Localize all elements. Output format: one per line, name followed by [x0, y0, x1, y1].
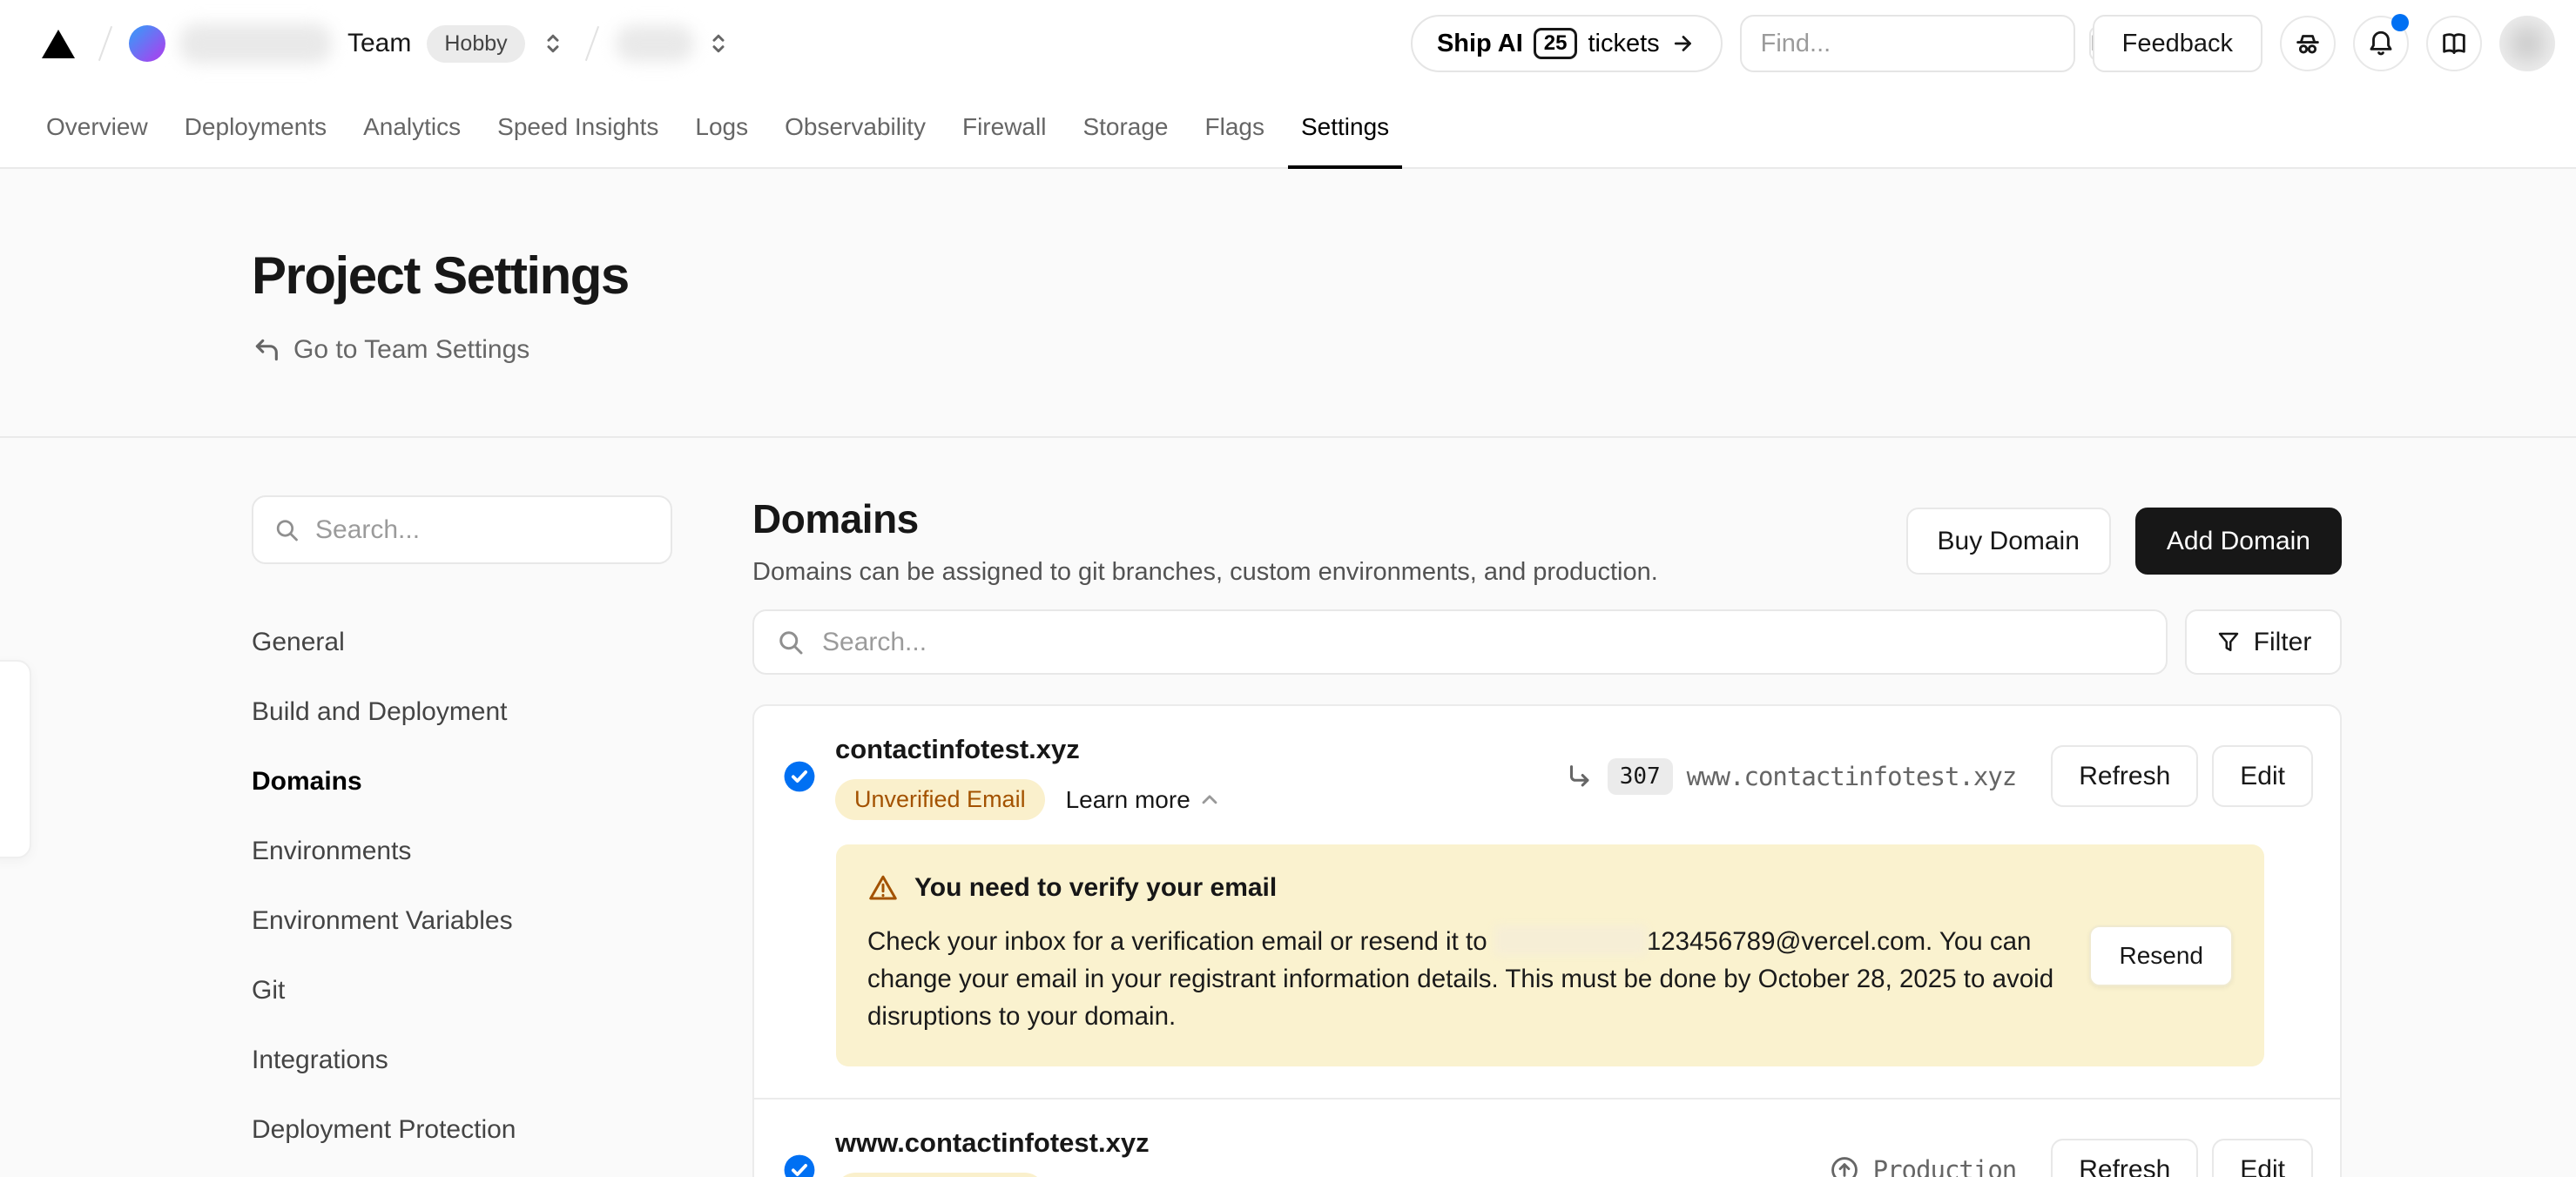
team-label: Team [347, 29, 411, 58]
go-to-team-settings-link[interactable]: Go to Team Settings [252, 335, 529, 365]
domains-title: Domains [752, 495, 1658, 542]
redirect-arrow-icon [1564, 762, 1594, 791]
return-arrow-icon [252, 335, 281, 365]
warning-title: You need to verify your email [914, 873, 1277, 903]
domain-name[interactable]: contactinfotest.xyz [835, 732, 1222, 767]
team-name-redacted [179, 24, 332, 64]
sidebar-search-box[interactable] [252, 495, 672, 564]
verified-check-icon [783, 760, 816, 793]
sidebar-item-deployment-protection[interactable]: Deployment Protection [252, 1095, 672, 1165]
tab-firewall[interactable]: Firewall [944, 87, 1064, 167]
notifications-button[interactable] [2353, 16, 2409, 71]
tab-overview[interactable]: Overview [28, 87, 166, 167]
sidebar-item-git[interactable]: Git [252, 956, 672, 1026]
learn-more-link[interactable]: Learn more [1066, 786, 1222, 814]
domains-search-box[interactable] [752, 609, 2168, 675]
breadcrumb-slash [585, 26, 599, 61]
warning-triangle-icon [867, 872, 899, 904]
chevron-up-icon [1197, 788, 1222, 812]
tab-speed-insights[interactable]: Speed Insights [479, 87, 677, 167]
search-icon [775, 627, 806, 658]
unverified-email-badge: Unverified Email [835, 779, 1045, 820]
domains-section: Domains Domains can be assigned to git b… [752, 495, 2342, 1177]
sidebar-item-environment-variables[interactable]: Environment Variables [252, 886, 672, 956]
circle-arrow-up-icon [1830, 1155, 1859, 1177]
tab-observability[interactable]: Observability [766, 87, 944, 167]
ship-ai-tickets-button[interactable]: Ship AI 25 tickets [1411, 15, 1723, 72]
feedback-button[interactable]: Feedback [2093, 15, 2262, 72]
filter-button[interactable]: Filter [2185, 609, 2342, 675]
page-title: Project Settings [252, 245, 2576, 306]
resend-button[interactable]: Resend [2089, 925, 2233, 986]
ship-button-prefix: Ship AI [1437, 30, 1523, 58]
go-to-team-settings-label: Go to Team Settings [293, 335, 529, 365]
domains-list-card: contactinfotest.xyz Unverified Email Lea… [752, 704, 2342, 1177]
verified-check-icon [783, 1153, 816, 1177]
notification-dot [2391, 14, 2409, 31]
user-avatar[interactable] [2499, 16, 2555, 71]
edge-toast-sliver [0, 660, 31, 858]
top-navigation-bar: Team Hobby Ship AI 25 tickets F Feedback [0, 0, 2576, 87]
project-tab-bar: Overview Deployments Analytics Speed Ins… [0, 87, 2576, 169]
plan-badge: Hobby [427, 25, 524, 63]
redirect-target: www.contactinfotest.xyz [1687, 762, 2017, 791]
sidebar-item-integrations[interactable]: Integrations [252, 1026, 672, 1095]
incognito-button[interactable] [2280, 16, 2336, 71]
find-search-box[interactable]: F [1740, 15, 2075, 72]
verify-email-warning: You need to verify your email Check your… [836, 844, 2264, 1066]
tab-deployments[interactable]: Deployments [166, 87, 345, 167]
sidebar-nav-list: General Build and Deployment Domains Env… [252, 608, 672, 1165]
tab-flags[interactable]: Flags [1187, 87, 1283, 167]
domain-name[interactable]: www.contactinfotest.xyz [835, 1126, 1222, 1160]
edit-button[interactable]: Edit [2212, 1139, 2313, 1177]
tab-logs[interactable]: Logs [677, 87, 766, 167]
arrow-right-icon [1670, 30, 1696, 57]
project-switcher-chevron-icon[interactable] [703, 26, 734, 61]
refresh-button[interactable]: Refresh [2051, 1139, 2198, 1177]
domains-search-input[interactable] [822, 628, 2145, 657]
add-domain-button[interactable]: Add Domain [2135, 508, 2342, 575]
unverified-email-badge: Unverified Email [835, 1173, 1045, 1177]
buy-domain-button[interactable]: Buy Domain [1906, 508, 2111, 575]
sidebar-item-general[interactable]: General [252, 608, 672, 677]
tab-analytics[interactable]: Analytics [345, 87, 479, 167]
settings-content: General Build and Deployment Domains Env… [0, 438, 2576, 1177]
tab-settings[interactable]: Settings [1283, 87, 1407, 167]
redacted-email-prefix [1494, 925, 1647, 955]
sidebar-item-environments[interactable]: Environments [252, 817, 672, 886]
vercel-logo-icon[interactable] [42, 30, 75, 58]
sidebar-item-build-and-deployment[interactable]: Build and Deployment [252, 677, 672, 747]
incognito-icon [2293, 29, 2323, 58]
domain-row-contactinfotest: contactinfotest.xyz Unverified Email Lea… [754, 706, 2340, 1098]
ship-button-suffix: tickets [1588, 30, 1659, 58]
team-switcher-chevron-icon[interactable] [537, 26, 569, 61]
settings-sidebar: General Build and Deployment Domains Env… [252, 495, 672, 1177]
filter-label: Filter [2254, 628, 2312, 657]
search-icon [273, 515, 301, 546]
refresh-button[interactable]: Refresh [2051, 745, 2198, 807]
page-header: Project Settings Go to Team Settings [0, 169, 2576, 438]
tab-storage[interactable]: Storage [1064, 87, 1186, 167]
redirect-status-badge: 307 [1608, 758, 1673, 795]
book-icon [2439, 29, 2469, 58]
environment-label: Production [1873, 1155, 2017, 1177]
docs-button[interactable] [2426, 16, 2482, 71]
domains-description: Domains can be assigned to git branches,… [752, 558, 1658, 587]
team-avatar[interactable] [129, 25, 165, 62]
warning-body: Check your inbox for a verification emai… [867, 923, 2087, 1035]
funnel-icon [2215, 629, 2242, 656]
bell-icon [2366, 29, 2396, 58]
find-input[interactable] [1761, 30, 2089, 58]
domain-row-www-contactinfotest: www.contactinfotest.xyz Unverified Email… [754, 1098, 2340, 1177]
breadcrumb-slash [98, 26, 112, 61]
sidebar-search-input[interactable] [315, 515, 651, 545]
ship-button-count: 25 [1534, 28, 1578, 59]
edit-button[interactable]: Edit [2212, 745, 2313, 807]
project-name-redacted [616, 25, 694, 62]
sidebar-item-domains[interactable]: Domains [252, 747, 672, 817]
